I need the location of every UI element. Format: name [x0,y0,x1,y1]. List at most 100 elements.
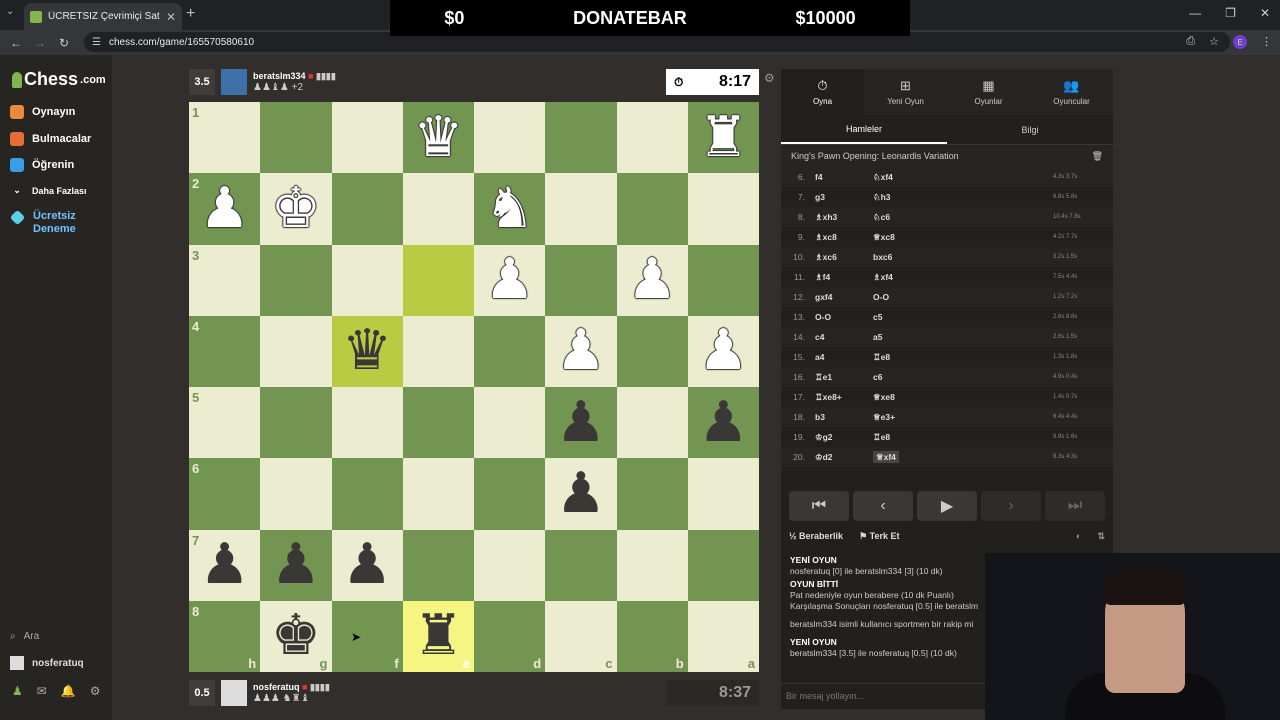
tab-new-game[interactable]: ⊞ Yeni Oyun [864,69,947,115]
tab-play[interactable]: ⏱ Oyna [781,69,864,115]
bell-icon[interactable]: 🔔 [61,684,76,698]
move-list[interactable]: 6. f4 ♘xf4 4.3s 3.7s 7. g3 ♘h3 6.8s 5.8s 8. ♗xh3 ♘… [781,167,1113,473]
sidebar-item-play[interactable]: Oynayın [10,105,75,119]
board-square-g7[interactable]: ♟ [260,529,332,601]
white-move[interactable]: ♗xc6 [811,252,873,263]
board-square-d8[interactable]: d [474,600,546,672]
black-queen-icon[interactable]: ♛ [342,323,392,379]
board-square-h8[interactable]: 8h [189,600,261,672]
board-square-c7[interactable] [545,529,617,601]
board-square-a6[interactable] [687,458,759,530]
mail-icon[interactable]: ✉ [37,684,47,698]
white-move[interactable]: ♗f4 [811,272,873,283]
board-square-b6[interactable] [616,458,688,530]
board-square-a7[interactable] [687,529,759,601]
board-square-b3[interactable]: ♟ [616,244,688,316]
chess-board[interactable]: 1 ♛ ♜ 2 ♟ ♚ ♞ 3 ♟ ♟ 4 ♛ ♟ ♟ 5 ♟ ♟ 6 ♟ 7 ♟ ♟ ♟ 8 h g ♚ f e ♜ d c b a [189,102,759,672]
sidebar-item-more[interactable]: ⌄ Daha Fazlası [10,185,86,196]
white-move[interactable]: ♖e1 [811,372,873,383]
last-move-button[interactable]: ⏭ [1045,491,1105,521]
board-square-g1[interactable] [260,102,332,174]
board-square-e8[interactable]: e ♜ [402,600,474,672]
site-info-icon[interactable]: ☰ [92,37,101,48]
tab-moves[interactable]: Hamleler [781,115,947,144]
flip-board-icon[interactable]: ⇅ [1097,531,1105,542]
draw-button[interactable]: ½ Beraberlik [789,531,843,542]
black-rook-icon[interactable]: ♜ [413,608,463,664]
black-move[interactable]: ♕xc8 [873,232,1053,243]
white-move[interactable]: ♗xc8 [811,232,873,243]
board-square-h4[interactable]: 4 [189,315,261,387]
board-square-b2[interactable] [616,173,688,245]
black-move[interactable]: ♖e8 [873,352,1053,363]
board-square-g2[interactable]: ♚ [260,173,332,245]
browser-tab[interactable]: ÜCRETSİZ Çevrimiçi Satranç Oy ✕ [24,3,182,30]
board-square-h3[interactable]: 3 [189,244,261,316]
white-move[interactable]: gxf4 [811,292,873,302]
new-tab-button[interactable]: + [186,5,195,23]
first-move-button[interactable]: ⏮ [789,491,849,521]
board-square-a5[interactable]: ♟ [687,387,759,459]
board-square-h7[interactable]: 7 ♟ [189,529,261,601]
board-square-e7[interactable] [402,529,474,601]
white-move[interactable]: b3 [811,412,873,422]
board-square-e4[interactable] [402,315,474,387]
white-move[interactable]: ♗xh3 [811,212,873,223]
board-square-f2[interactable] [331,173,403,245]
board-square-a1[interactable]: ♜ [687,102,759,174]
browser-menu-icon[interactable]: ⋮ [1261,35,1272,49]
white-pawn-icon[interactable]: ♟ [485,252,535,308]
player-name[interactable]: beratslm334 ■ ▮▮▮▮ [253,71,336,82]
board-square-c3[interactable] [545,244,617,316]
board-square-h6[interactable]: 6 [189,458,261,530]
analysis-icon[interactable]: ◐ [1076,531,1081,542]
board-settings-gear-icon[interactable]: ⚙ [764,71,775,85]
white-pawn-icon[interactable]: ♟ [698,323,748,379]
black-move[interactable]: ♕e3+ [873,412,1053,423]
board-square-d7[interactable] [474,529,546,601]
black-king-icon[interactable]: ♚ [271,608,321,664]
white-queen-icon[interactable]: ♛ [413,109,463,166]
board-square-c5[interactable]: ♟ [545,387,617,459]
tab-players[interactable]: 👥 Oyuncular [1030,69,1113,115]
forward-icon[interactable]: → [28,36,52,50]
white-move[interactable]: c4 [811,332,873,342]
board-square-g3[interactable] [260,244,332,316]
black-move[interactable]: ♘c6 [873,212,1053,223]
board-square-e2[interactable] [402,173,474,245]
board-square-f7[interactable]: ♟ [331,529,403,601]
board-square-c6[interactable]: ♟ [545,458,617,530]
white-pawn-icon[interactable]: ♟ [200,180,250,237]
sidebar-item-trial[interactable]: Ücretsiz Deneme [9,209,93,236]
board-square-e3[interactable] [402,244,474,316]
board-square-e5[interactable] [402,387,474,459]
board-square-f6[interactable] [331,458,403,530]
board-square-d1[interactable] [474,102,546,174]
board-square-g4[interactable] [260,315,332,387]
white-rook-icon[interactable]: ♜ [698,109,748,166]
board-square-d4[interactable] [474,315,546,387]
board-square-a4[interactable]: ♟ [687,315,759,387]
black-move[interactable]: O-O [873,292,1053,302]
avatar[interactable] [221,69,247,95]
black-move[interactable]: ♘h3 [873,192,1053,203]
board-square-d5[interactable] [474,387,546,459]
board-square-a3[interactable] [687,244,759,316]
white-pawn-icon[interactable]: ♟ [556,323,606,379]
board-square-f1[interactable] [331,102,403,174]
profile-avatar[interactable]: E [1233,35,1247,49]
white-move[interactable]: O-O [811,312,873,322]
black-move[interactable]: ♖e8 [873,432,1053,443]
player-name[interactable]: nosferatuq ■ ▮▮▮▮ [253,682,330,693]
black-move[interactable]: ♕xf4 [873,450,1053,463]
sidebar-item-learn[interactable]: Öğrenin [10,158,74,172]
board-square-b5[interactable] [616,387,688,459]
friends-icon[interactable]: ♟ [12,684,23,698]
board-square-a8[interactable]: a [687,600,759,672]
board-square-f5[interactable] [331,387,403,459]
back-icon[interactable]: ← [4,36,28,50]
board-square-b4[interactable] [616,315,688,387]
sidebar-user[interactable]: nosferatuq [10,656,84,670]
white-move[interactable]: f4 [811,172,873,182]
tab-info[interactable]: Bilgi [947,115,1113,144]
